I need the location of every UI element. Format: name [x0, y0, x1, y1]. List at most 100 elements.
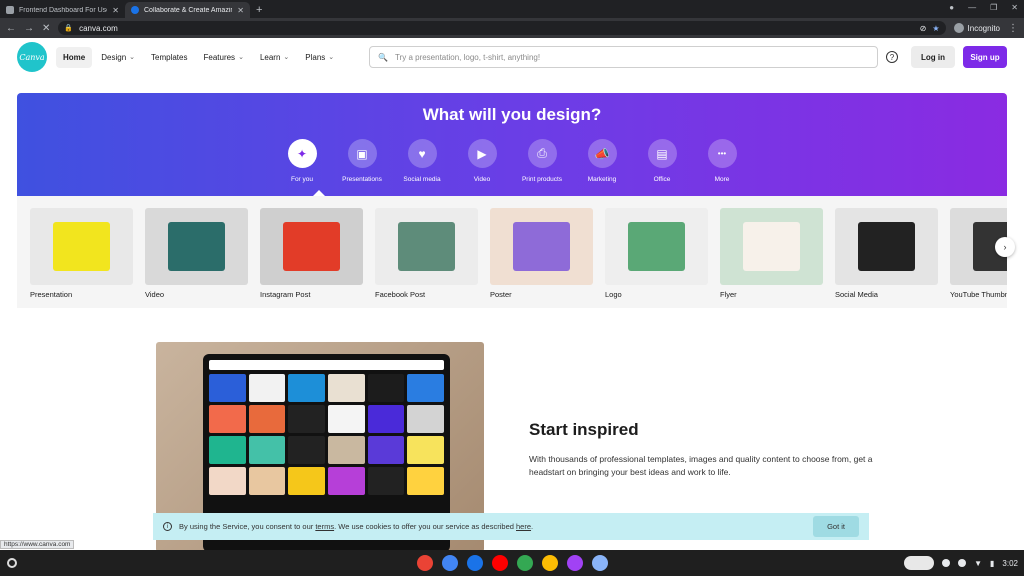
template-tile	[328, 405, 365, 433]
category-presentations[interactable]: ▣ Presentations	[334, 139, 390, 183]
battery-icon: ▮	[990, 558, 995, 568]
design-type-card[interactable]: Instagram Post	[260, 208, 363, 299]
category-print-products[interactable]: ⎙ Print products	[514, 139, 570, 183]
stop-icon[interactable]: ✕	[42, 23, 50, 34]
os-shelf	[0, 550, 1024, 576]
template-tile	[328, 436, 365, 464]
design-type-card[interactable]: Social Media	[835, 208, 938, 299]
shelf-app-icon[interactable]	[466, 555, 483, 571]
cookie-middle: . We use cookies to offer you our servic…	[334, 522, 514, 531]
template-tile	[248, 405, 286, 433]
minimize-icon[interactable]: —	[968, 3, 976, 12]
address-url: canva.com	[79, 23, 118, 33]
template-tile	[407, 436, 444, 464]
design-type-card[interactable]: Poster	[490, 208, 593, 299]
main-nav: Home Design ⌄ Templates Features ⌄ Learn ⌄ …	[56, 46, 341, 68]
category-social-media[interactable]: ♥ Social media	[394, 139, 450, 183]
design-type-card[interactable]: Video	[145, 208, 248, 299]
template-tile	[367, 436, 405, 464]
window-controls: ● — ❐ ✕	[949, 3, 1018, 12]
category-label: Video	[473, 176, 491, 183]
record-icon[interactable]	[942, 559, 951, 567]
close-window-icon[interactable]: ✕	[1011, 3, 1018, 12]
design-type-label: Presentation	[30, 290, 73, 299]
template-tile	[288, 405, 325, 433]
tray-thumbnail[interactable]	[904, 556, 935, 570]
terms-link[interactable]: terms	[315, 522, 334, 531]
launcher-icon[interactable]	[7, 558, 17, 568]
shelf-app-icon[interactable]	[441, 555, 458, 571]
system-tray[interactable]: ▼ ▮ 3:02	[904, 554, 1018, 572]
shelf-app-icon[interactable]	[591, 555, 608, 571]
shelf-app-icon[interactable]	[516, 555, 533, 571]
design-type-card[interactable]: Facebook Post	[375, 208, 478, 299]
template-tile	[328, 374, 365, 402]
thumbnail-art	[627, 221, 686, 272]
search-input[interactable]: 🔍 Try a presentation, logo, t-shirt, any…	[369, 46, 878, 68]
help-icon[interactable]: ?	[886, 51, 898, 63]
category-more[interactable]: ••• More	[694, 139, 750, 183]
design-type-thumbnail	[375, 208, 478, 285]
shelf-apps	[416, 555, 608, 571]
incognito-profile[interactable]: Incognito	[953, 23, 1000, 33]
search-icon: 🔍	[378, 52, 388, 62]
printer-icon: ⎙	[527, 139, 557, 168]
template-tile	[328, 467, 365, 495]
lock-icon[interactable]: 🔒	[64, 24, 73, 32]
here-link[interactable]: here	[516, 522, 531, 531]
shelf-app-icon[interactable]	[566, 555, 583, 571]
template-tile	[248, 374, 286, 402]
category-video[interactable]: ▶ Video	[454, 139, 510, 183]
template-tile	[367, 374, 405, 402]
add-icon[interactable]	[958, 559, 967, 567]
nav-home[interactable]: Home	[56, 46, 93, 68]
presentation-icon: ▣	[347, 139, 377, 168]
nav-templates[interactable]: Templates	[144, 47, 194, 68]
category-office[interactable]: ▤ Office	[634, 139, 690, 183]
signup-button[interactable]: Sign up	[963, 46, 1007, 68]
nav-features[interactable]: Features ⌄	[196, 47, 250, 68]
thumbnail-art	[857, 221, 916, 272]
heart-icon: ♥	[407, 139, 437, 168]
nav-plans[interactable]: Plans ⌄	[298, 47, 341, 68]
browser-menu-icon[interactable]: ⋮	[1008, 23, 1018, 34]
browser-tab-2[interactable]: Collaborate & Create Amazing G ✕	[125, 2, 250, 18]
bookmark-star-icon[interactable]: ★	[932, 24, 939, 33]
category-label: Social media	[403, 176, 441, 183]
template-tile	[288, 374, 325, 402]
design-type-card[interactable]: Flyer	[720, 208, 823, 299]
restore-icon[interactable]: ❐	[990, 3, 997, 12]
chevron-right-icon[interactable]: ›	[995, 237, 1015, 257]
hero-banner: What will you design? ✦ For you ▣ Presentat…	[17, 93, 1007, 196]
design-type-label: Social Media	[835, 290, 878, 299]
info-icon: i	[163, 522, 172, 531]
nav-learn[interactable]: Learn ⌄	[253, 47, 296, 68]
close-tab-icon[interactable]: ✕	[237, 6, 244, 15]
shelf-app-icon[interactable]	[541, 555, 558, 571]
eye-off-icon[interactable]: ⊘	[920, 24, 927, 33]
category-for-you[interactable]: ✦ For you	[274, 139, 330, 183]
template-tile	[367, 467, 405, 495]
design-type-card[interactable]: Presentation	[30, 208, 133, 299]
browser-tab-1[interactable]: Frontend Dashboard For Users ✕	[0, 2, 125, 18]
design-type-thumbnail	[30, 208, 133, 285]
design-type-thumbnail	[720, 208, 823, 285]
category-marketing[interactable]: 📣 Marketing	[574, 139, 630, 183]
back-icon[interactable]: ←	[6, 23, 16, 34]
login-button[interactable]: Log in	[911, 46, 955, 68]
nav-label: Design	[101, 52, 127, 62]
section-title: Start inspired	[529, 420, 639, 439]
shelf-app-icon[interactable]	[416, 555, 433, 571]
shelf-app-icon[interactable]	[491, 555, 508, 571]
record-icon[interactable]: ●	[949, 3, 954, 12]
sparkle-icon: ✦	[287, 139, 317, 168]
template-tile	[248, 436, 286, 464]
got-it-button[interactable]: Got it	[813, 516, 859, 537]
address-bar[interactable]: 🔒 canva.com ⊘ ★	[58, 21, 946, 35]
close-tab-icon[interactable]: ✕	[112, 6, 119, 15]
new-tab-button[interactable]: +	[250, 2, 268, 18]
nav-design[interactable]: Design ⌄	[94, 47, 142, 68]
canva-logo[interactable]: Canva	[17, 42, 47, 72]
forward-icon[interactable]: →	[24, 23, 34, 34]
design-type-card[interactable]: Logo	[605, 208, 708, 299]
